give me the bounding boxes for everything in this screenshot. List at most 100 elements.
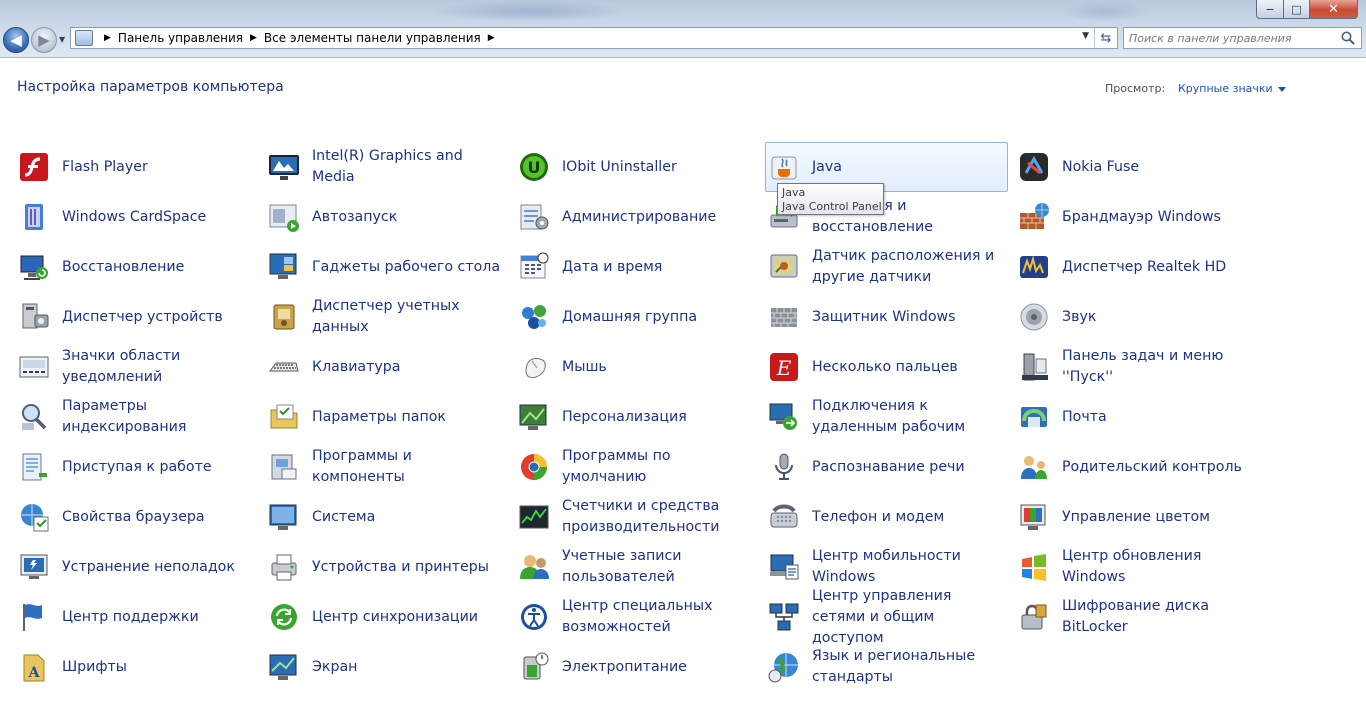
cp-item-label[interactable]: Брандмауэр Windows — [1062, 207, 1252, 228]
cp-item-label[interactable]: Восстановление — [62, 257, 252, 278]
cp-item-label[interactable]: Центр обновления Windows — [1062, 546, 1252, 588]
cp-item[interactable]: Телефон и модем — [765, 492, 1015, 542]
breadcrumb-chevron-icon[interactable]: ▶ — [488, 33, 495, 43]
cp-item-label[interactable]: Windows CardSpace — [62, 207, 252, 228]
cp-item-label[interactable]: Распознавание речи — [812, 457, 1002, 478]
cp-item[interactable]: Значки области уведомлений — [15, 342, 265, 392]
cp-item[interactable]: Восстановление — [15, 242, 265, 292]
close-button[interactable]: ✕ — [1310, 0, 1358, 19]
cp-item-label[interactable]: Диспетчер учетных данных — [312, 296, 502, 338]
cp-item-label[interactable]: Звук — [1062, 307, 1252, 328]
cp-item-label[interactable]: Датчик расположения и другие датчики — [812, 246, 1002, 288]
cp-item-label[interactable]: Значки области уведомлений — [62, 346, 252, 388]
cp-item[interactable]: Учетные записи пользователей — [515, 542, 765, 592]
cp-item-label[interactable]: Гаджеты рабочего стола — [312, 257, 502, 278]
cp-item[interactable]: Windows CardSpace — [15, 192, 265, 242]
cp-item-label[interactable]: Центр управления сетями и общим доступом — [812, 586, 1002, 649]
cp-item[interactable]: Nokia Fuse — [1015, 142, 1265, 192]
cp-item[interactable]: Защитник Windows — [765, 292, 1015, 342]
cp-item-label[interactable]: Дата и время — [562, 257, 752, 278]
cp-item-label[interactable]: Диспетчер устройств — [62, 307, 252, 328]
cp-item[interactable]: Панель задач и меню ''Пуск'' — [1015, 342, 1265, 392]
cp-item-label[interactable]: Счетчики и средства производительности — [562, 496, 752, 538]
cp-item[interactable]: Автозапуск — [265, 192, 515, 242]
cp-item-label[interactable]: Диспетчер Realtek HD — [1062, 257, 1252, 278]
back-button[interactable]: ◀ — [3, 27, 29, 53]
cp-item-label[interactable]: Персонализация — [562, 407, 752, 428]
history-dropdown-icon[interactable]: ▼ — [59, 35, 65, 44]
minimize-button[interactable]: − — [1256, 0, 1284, 19]
cp-item-label[interactable]: Электропитание — [562, 657, 752, 678]
maximize-button[interactable]: □ — [1284, 0, 1310, 19]
cp-item[interactable]: Клавиатура — [265, 342, 515, 392]
cp-item-label[interactable]: Автозапуск — [312, 207, 502, 228]
cp-item[interactable]: Электропитание — [515, 642, 765, 692]
search-icon[interactable] — [1340, 30, 1356, 46]
cp-item-label[interactable]: Параметры папок — [312, 407, 502, 428]
cp-item-label[interactable]: Администрирование — [562, 207, 752, 228]
view-mode-dropdown[interactable]: Крупные значки — [1178, 82, 1286, 95]
refresh-button[interactable]: ⇆ — [1094, 28, 1117, 48]
cp-item-label[interactable]: Управление цветом — [1062, 507, 1252, 528]
search-input[interactable] — [1129, 30, 1329, 46]
cp-item-label[interactable]: Центр мобильности Windows — [812, 546, 1002, 588]
cp-item-label[interactable]: Учетные записи пользователей — [562, 546, 752, 588]
cp-item[interactable]: Параметры папок — [265, 392, 515, 442]
cp-item-label[interactable]: Клавиатура — [312, 357, 502, 378]
breadcrumb-all-items[interactable]: Все элементы панели управления — [264, 31, 481, 45]
breadcrumb-control-panel[interactable]: Панель управления — [118, 31, 243, 45]
cp-item-label[interactable]: Родительский контроль — [1062, 457, 1252, 478]
cp-item-label[interactable]: Несколько пальцев — [812, 357, 1002, 378]
cp-item[interactable]: Flash Player — [15, 142, 265, 192]
cp-item[interactable]: Гаджеты рабочего стола — [265, 242, 515, 292]
breadcrumb-chevron-icon[interactable]: ▶ — [104, 33, 111, 43]
cp-item-label[interactable]: Защитник Windows — [812, 307, 1002, 328]
address-dropdown-icon[interactable]: ▼ — [1082, 31, 1089, 41]
cp-item[interactable]: Мышь — [515, 342, 765, 392]
cp-item-label[interactable]: Центр специальных возможностей — [562, 596, 752, 638]
cp-item-label[interactable]: Устранение неполадок — [62, 557, 252, 578]
cp-item[interactable]: Центр специальных возможностей — [515, 592, 765, 642]
cp-item-label[interactable]: Система — [312, 507, 502, 528]
cp-item-label[interactable]: Приступая к работе — [62, 457, 252, 478]
cp-item[interactable]: A Шрифты — [15, 642, 265, 692]
cp-item-label[interactable]: Программы и компоненты — [312, 446, 502, 488]
cp-item[interactable]: Центр управления сетями и общим доступом — [765, 588, 1015, 646]
cp-item[interactable]: Распознавание речи — [765, 442, 1015, 492]
cp-item[interactable]: Intel(R) Graphics and Media — [265, 142, 515, 192]
cp-item[interactable]: Экран — [265, 642, 515, 692]
cp-item[interactable]: Дата и время — [515, 242, 765, 292]
cp-item-label[interactable]: Свойства браузера — [62, 507, 252, 528]
cp-item[interactable]: Администрирование — [515, 192, 765, 242]
cp-item-label[interactable]: Flash Player — [62, 157, 252, 178]
cp-item[interactable]: Шифрование диска BitLocker — [1015, 592, 1265, 642]
cp-item[interactable]: Приступая к работе — [15, 442, 265, 492]
cp-item-label[interactable]: Подключения к удаленным рабочим — [812, 396, 1002, 438]
cp-item-label[interactable]: Java — [812, 157, 1002, 178]
cp-item[interactable]: E Несколько пальцев — [765, 342, 1015, 392]
cp-item-label[interactable]: Телефон и модем — [812, 507, 1002, 528]
cp-item-label[interactable]: Домашняя группа — [562, 307, 752, 328]
address-bar[interactable]: ▶ Панель управления ▶ Все элементы панел… — [70, 27, 1118, 49]
cp-item-label[interactable]: Параметры индексирования — [62, 396, 252, 438]
cp-item[interactable]: Центр обновления Windows — [1015, 542, 1265, 592]
cp-item-label[interactable]: IObit Uninstaller — [562, 157, 752, 178]
chevron-down-icon[interactable] — [1277, 86, 1286, 92]
cp-item[interactable]: Управление цветом — [1015, 492, 1265, 542]
cp-item-label[interactable]: Мышь — [562, 357, 752, 378]
cp-item-label[interactable]: Программы по умолчанию — [562, 446, 752, 488]
cp-item[interactable]: Устройства и принтеры — [265, 542, 515, 592]
breadcrumb-chevron-icon[interactable]: ▶ — [250, 33, 257, 43]
cp-item[interactable]: Диспетчер устройств — [15, 292, 265, 342]
cp-item[interactable]: Устранение неполадок — [15, 542, 265, 592]
cp-item-label[interactable]: Язык и региональные стандарты — [812, 646, 1002, 688]
cp-item[interactable]: Почта — [1015, 392, 1265, 442]
cp-item[interactable]: Система — [265, 492, 515, 542]
cp-item[interactable]: Центр мобильности Windows — [765, 542, 1015, 592]
cp-item[interactable]: Подключения к удаленным рабочим — [765, 392, 1015, 442]
cp-item[interactable]: Персонализация — [515, 392, 765, 442]
cp-item[interactable]: Счетчики и средства производительности — [515, 492, 765, 542]
cp-item[interactable]: Диспетчер Realtek HD — [1015, 242, 1265, 292]
cp-item[interactable]: Брандмауэр Windows — [1015, 192, 1265, 242]
cp-item-label[interactable]: Почта — [1062, 407, 1252, 428]
